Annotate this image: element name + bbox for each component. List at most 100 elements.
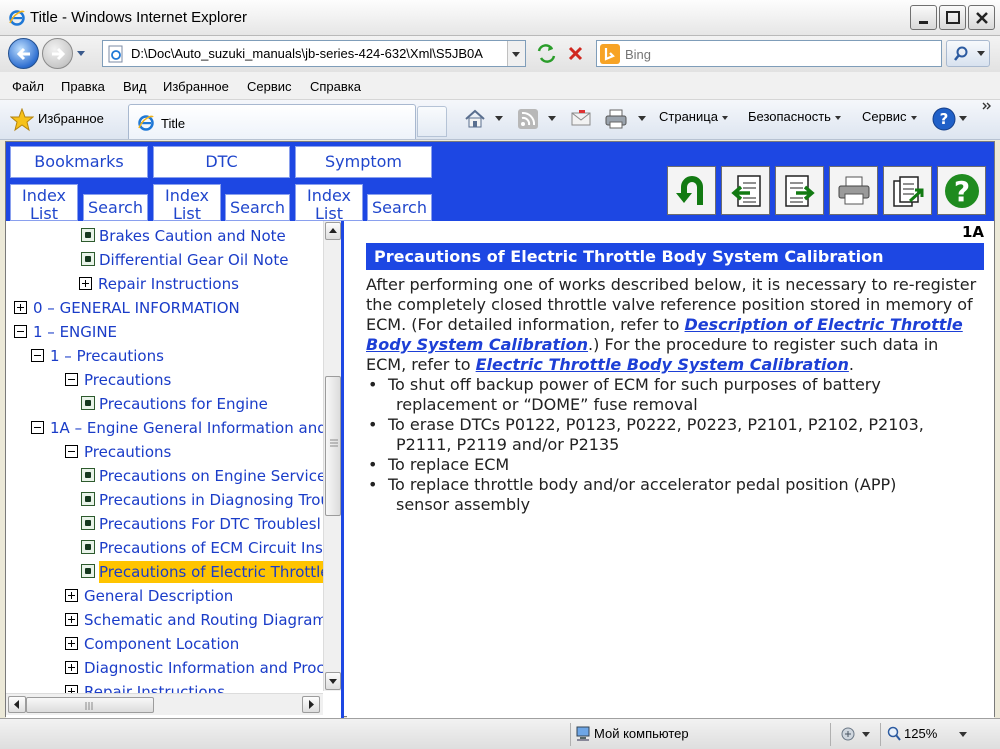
status-separator <box>830 723 831 746</box>
history-dropdown-icon[interactable] <box>76 50 86 58</box>
tree-item-label[interactable]: Precautions in Diagnosing Trou <box>99 489 330 511</box>
collapse-icon[interactable] <box>31 349 44 362</box>
security-zone[interactable]: Мой компьютер <box>594 726 689 741</box>
svg-text:?: ? <box>940 110 949 128</box>
tree-item-label[interactable]: Precautions on Engine Service <box>99 465 326 487</box>
menu-file[interactable]: Файл <box>12 79 44 94</box>
refresh-button[interactable] <box>534 41 559 66</box>
link-calibration-procedure[interactable]: Electric Throttle Body System Calibratio… <box>476 355 849 374</box>
chevron-down-icon[interactable] <box>638 116 646 122</box>
expand-icon[interactable] <box>79 277 92 290</box>
page-menu-button[interactable]: Страница <box>659 109 728 124</box>
tab-title[interactable]: Title <box>128 104 416 139</box>
expand-icon[interactable] <box>65 661 78 674</box>
tree-item-label[interactable]: Precautions of ECM Circuit Ins <box>99 537 323 559</box>
favorites-button[interactable]: Избранное <box>38 111 104 126</box>
collapse-icon[interactable] <box>65 445 78 458</box>
zoom-icon[interactable] <box>886 726 902 742</box>
previous-page-button[interactable] <box>721 166 770 215</box>
copy-export-button[interactable] <box>883 166 932 215</box>
expand-icon[interactable] <box>65 589 78 602</box>
back-button[interactable] <box>8 38 39 69</box>
search-input[interactable] <box>625 45 925 63</box>
tree-item-label[interactable]: Schematic and Routing Diagram <box>84 609 327 631</box>
home-icon[interactable] <box>464 108 486 130</box>
chevron-down-icon[interactable] <box>862 732 870 738</box>
dtc-index-list-button[interactable]: Index List <box>153 184 221 221</box>
chevron-down-icon[interactable] <box>959 116 967 122</box>
mail-icon[interactable] <box>570 108 592 130</box>
tree-item-label[interactable]: Diagnostic Information and Proce <box>84 657 334 679</box>
safety-menu-button[interactable]: Безопасность <box>748 109 841 124</box>
symptom-search-button[interactable]: Search <box>367 194 432 221</box>
menu-favorites[interactable]: Избранное <box>163 79 229 94</box>
stop-button[interactable] <box>563 41 588 66</box>
toolbar-overflow-icon[interactable] <box>982 102 992 112</box>
help-icon[interactable]: ? <box>932 107 956 131</box>
search-box[interactable] <box>596 40 942 67</box>
next-page-button[interactable] <box>775 166 824 215</box>
tree-item-label[interactable]: Precautions <box>84 369 171 391</box>
scroll-left-button[interactable] <box>8 696 26 713</box>
tools-menu-button[interactable]: Сервис <box>862 109 917 124</box>
menu-view[interactable]: Вид <box>123 79 147 94</box>
tree-item-label[interactable]: 1 – Precautions <box>50 345 164 367</box>
symptom-index-list-button[interactable]: Index List <box>295 184 363 221</box>
expand-icon[interactable] <box>65 637 78 650</box>
menu-tools[interactable]: Сервис <box>247 79 292 94</box>
minimize-button[interactable] <box>910 5 937 30</box>
tree-vertical-scrollbar[interactable] <box>323 221 341 691</box>
search-button[interactable] <box>946 40 990 67</box>
collapse-icon[interactable] <box>14 325 27 338</box>
bookmarks-index-list-button[interactable]: Index List <box>10 184 78 221</box>
tree-item-label[interactable]: Component Location <box>84 633 239 655</box>
expand-icon[interactable] <box>14 301 27 314</box>
forward-button[interactable] <box>42 38 73 69</box>
tree-item-label[interactable]: Brakes Caution and Note <box>99 225 286 247</box>
scroll-right-button[interactable] <box>302 696 320 713</box>
symptom-button[interactable]: Symptom <box>295 146 432 178</box>
favorites-star-icon[interactable] <box>10 108 34 132</box>
tree-item-label[interactable]: 0 – GENERAL INFORMATION <box>33 297 240 319</box>
tree-item-label[interactable]: Precautions For DTC Troublesl <box>99 513 321 535</box>
close-button[interactable] <box>968 5 995 30</box>
list-item-text: To erase DTCs P0122, P0123, P0222, P0223… <box>388 415 924 434</box>
tree-item-label[interactable]: Repair Instructions <box>98 273 239 295</box>
protected-mode-icon[interactable] <box>840 726 856 742</box>
menu-edit[interactable]: Правка <box>61 79 105 94</box>
print-icon[interactable] <box>604 108 628 130</box>
maximize-button[interactable] <box>939 5 966 30</box>
new-tab-button[interactable] <box>417 106 447 137</box>
scroll-down-button[interactable] <box>325 672 341 690</box>
tree-item-label[interactable]: General Description <box>84 585 233 607</box>
address-url[interactable]: D:\Doc\Auto_suzuki_manuals\jb-series-424… <box>131 46 507 61</box>
tree-horizontal-scrollbar[interactable] <box>6 693 323 715</box>
address-dropdown-button[interactable] <box>507 41 525 66</box>
chevron-down-icon[interactable] <box>548 116 556 122</box>
back-tool-button[interactable] <box>667 166 716 215</box>
zoom-level[interactable]: 125% <box>904 726 937 741</box>
address-bar[interactable]: D:\Doc\Auto_suzuki_manuals\jb-series-424… <box>102 40 526 67</box>
help-tool-button[interactable]: ? <box>937 166 986 215</box>
scroll-thumb[interactable] <box>325 376 341 516</box>
scroll-up-button[interactable] <box>325 222 341 240</box>
tree-item-label[interactable]: Precautions <box>84 441 171 463</box>
tree-item-label[interactable]: 1 – ENGINE <box>33 321 117 343</box>
collapse-icon[interactable] <box>31 421 44 434</box>
print-page-button[interactable] <box>829 166 878 215</box>
tree-item-label[interactable]: Differential Gear Oil Note <box>99 249 288 271</box>
bookmarks-search-button[interactable]: Search <box>83 194 148 221</box>
collapse-icon[interactable] <box>65 373 78 386</box>
bookmarks-button[interactable]: Bookmarks <box>10 146 148 178</box>
dtc-button[interactable]: DTC <box>153 146 290 178</box>
rss-feed-icon[interactable] <box>517 108 539 130</box>
chevron-down-icon[interactable] <box>495 116 503 122</box>
scroll-thumb-horizontal[interactable] <box>26 697 154 713</box>
tree-item-label[interactable]: Precautions of Electric Throttle <box>99 561 332 583</box>
dtc-search-button[interactable]: Search <box>225 194 290 221</box>
expand-icon[interactable] <box>65 613 78 626</box>
tree-item-label[interactable]: Precautions for Engine <box>99 393 268 415</box>
chevron-down-icon[interactable] <box>959 732 967 738</box>
tree-item-label[interactable]: 1A – Engine General Information and <box>50 417 327 439</box>
menu-help[interactable]: Справка <box>310 79 361 94</box>
